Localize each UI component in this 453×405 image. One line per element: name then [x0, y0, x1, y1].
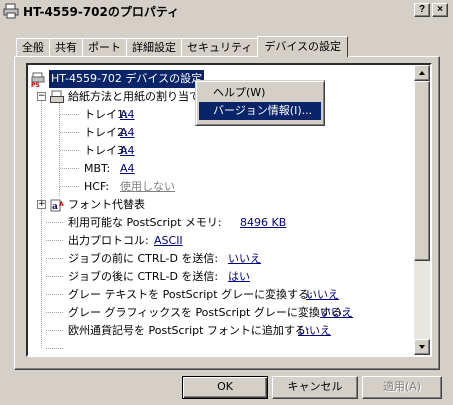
mbt-value[interactable]: A4 — [120, 160, 135, 178]
scroll-up-button[interactable] — [414, 65, 430, 81]
menu-item-help[interactable]: ヘルプ(W) — [199, 84, 321, 102]
tree-scrollbar[interactable] — [414, 65, 430, 355]
apply-button[interactable]: 適用(A) — [362, 376, 442, 399]
tray2-value[interactable]: A4 — [120, 124, 135, 142]
ctrld-before-label: ジョブの前に CTRL-D を送信: — [68, 252, 219, 265]
tab-general[interactable]: 全般 — [16, 38, 50, 57]
font-substitution-label: フォント代替表 — [68, 198, 145, 211]
arrow-up-icon — [419, 71, 425, 75]
cancel-button[interactable]: キャンセル — [272, 376, 358, 399]
tab-sharing[interactable]: 共有 — [49, 38, 83, 57]
ps-memory-label: 利用可能な PostScript メモリ: — [68, 216, 222, 229]
scroll-down-button[interactable] — [414, 339, 430, 355]
arrow-down-icon — [419, 345, 425, 349]
tab-strip: 全般 共有 ポート 詳細設定 セキュリティ デバイスの設定 — [16, 36, 349, 57]
euro-symbol-label: 欧州通貨記号を PostScript フォントに追加する: — [68, 324, 310, 337]
svg-text:PS: PS — [31, 82, 40, 88]
collapse-toggle-icon[interactable]: − — [37, 92, 46, 101]
tray1-value[interactable]: A4 — [120, 106, 135, 124]
svg-text:a: a — [52, 202, 58, 212]
protocol-label: 出力プロトコル: — [68, 234, 149, 247]
svg-text:A: A — [59, 201, 64, 208]
gray-graphics-value[interactable]: いいえ — [320, 304, 353, 322]
tab-security[interactable]: セキュリティ — [181, 38, 259, 57]
gray-text-value[interactable]: いいえ — [306, 286, 339, 304]
tab-device-settings[interactable]: デバイスの設定 — [257, 36, 349, 57]
expand-toggle-icon[interactable]: + — [37, 200, 46, 209]
printer-icon — [3, 3, 19, 19]
euro-symbol-value[interactable]: いいえ — [298, 322, 331, 340]
help-button[interactable]: ? — [414, 3, 430, 17]
tab-ports[interactable]: ポート — [82, 38, 127, 57]
gray-graphics-label: グレー グラフィックスを PostScript グレーに変換する: — [68, 306, 346, 319]
ctrld-before-value[interactable]: いいえ — [228, 250, 261, 268]
font-icon: a A — [50, 198, 64, 212]
printer-settings-icon: PS — [31, 72, 45, 89]
protocol-value[interactable]: ASCII — [154, 232, 183, 250]
ps-memory-value[interactable]: 8496 KB — [240, 214, 286, 232]
paper-group-label: 給紙方法と用紙の割り当て — [68, 90, 200, 103]
title-bar: HT-4559-702のプロパティ ? × — [0, 0, 453, 22]
ok-button[interactable]: OK — [182, 376, 268, 399]
tray3-value[interactable]: A4 — [120, 142, 135, 160]
ctrld-after-value[interactable]: はい — [228, 268, 250, 286]
tab-advanced[interactable]: 詳細設定 — [126, 38, 182, 57]
hcf-value[interactable]: 使用しない — [120, 178, 175, 196]
mbt-label: MBT: — [84, 162, 111, 175]
window-title: HT-4559-702のプロパティ — [23, 4, 180, 19]
tree-root-label: HT-4559-702 デバイスの設定 — [49, 70, 205, 88]
gray-text-label: グレー テキストを PostScript グレーに変換する: — [68, 288, 313, 301]
close-button[interactable]: × — [432, 3, 448, 17]
scroll-thumb[interactable] — [414, 81, 430, 261]
context-menu: ヘルプ(W) バージョン情報(I)... — [195, 80, 325, 126]
hcf-label: HCF: — [84, 180, 110, 193]
paper-tray-icon — [50, 90, 64, 104]
menu-item-version-info[interactable]: バージョン情報(I)... — [199, 102, 321, 120]
ctrld-after-label: ジョブの後に CTRL-D を送信: — [68, 270, 219, 283]
